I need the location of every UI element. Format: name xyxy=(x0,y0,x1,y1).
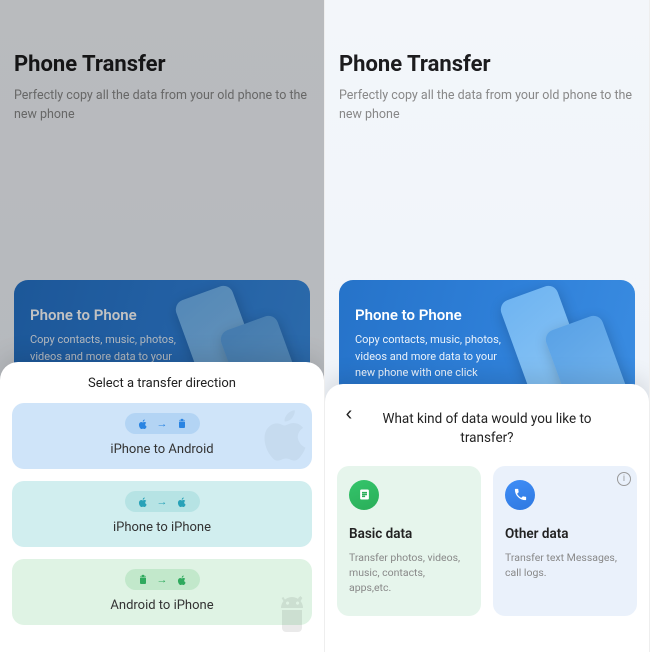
screenshot-left: Phone Transfer Perfectly copy all the da… xyxy=(0,0,325,652)
info-icon[interactable]: i xyxy=(617,472,631,486)
chevron-left-icon: ‹ xyxy=(346,403,353,425)
android-decor-icon xyxy=(268,594,316,642)
card-desc: Transfer photos, videos, music, contacts… xyxy=(349,550,469,596)
card-other-data[interactable]: i Other data Transfer text Messages, cal… xyxy=(493,466,637,616)
document-icon xyxy=(349,480,379,510)
apple-icon xyxy=(176,574,188,586)
apple-icon xyxy=(137,496,149,508)
sheet-title: Select a transfer direction xyxy=(10,376,314,391)
card-basic-data[interactable]: Basic data Transfer photos, videos, musi… xyxy=(337,466,481,616)
card-title: Basic data xyxy=(349,526,469,542)
back-button[interactable]: ‹ xyxy=(337,402,361,426)
screenshot-right: Phone Transfer Perfectly copy all the da… xyxy=(325,0,650,652)
sheet-question: What kind of data would you like to tran… xyxy=(365,410,609,448)
option-label: Android to iPhone xyxy=(12,598,312,613)
phone-icon xyxy=(505,480,535,510)
arrow-right-icon: → xyxy=(157,495,168,508)
option-icons: → xyxy=(125,491,200,512)
apple-icon xyxy=(176,496,188,508)
arrow-right-icon: → xyxy=(157,417,168,430)
data-kind-sheet: ‹ What kind of data would you like to tr… xyxy=(325,384,649,652)
card-title: Other data xyxy=(505,526,625,542)
page-title: Phone Transfer xyxy=(339,52,635,77)
android-icon xyxy=(137,574,149,586)
card-desc: Transfer text Messages, call logs. xyxy=(505,550,625,580)
apple-decor-icon xyxy=(254,402,318,466)
option-iphone-to-iphone[interactable]: → iPhone to iPhone xyxy=(12,481,312,547)
option-label: iPhone to iPhone xyxy=(12,520,312,535)
apple-icon xyxy=(137,418,149,430)
android-icon xyxy=(176,418,188,430)
arrow-right-icon: → xyxy=(157,573,168,586)
promo-desc: Copy contacts, music, photos, videos and… xyxy=(355,332,505,382)
page-subtitle: Perfectly copy all the data from your ol… xyxy=(339,87,635,125)
data-kind-cards: Basic data Transfer photos, videos, musi… xyxy=(337,466,637,616)
option-icons: → xyxy=(125,413,200,434)
direction-sheet: Select a transfer direction → iPhone to … xyxy=(0,362,324,652)
option-android-to-iphone[interactable]: → Android to iPhone xyxy=(12,559,312,625)
option-icons: → xyxy=(125,569,200,590)
